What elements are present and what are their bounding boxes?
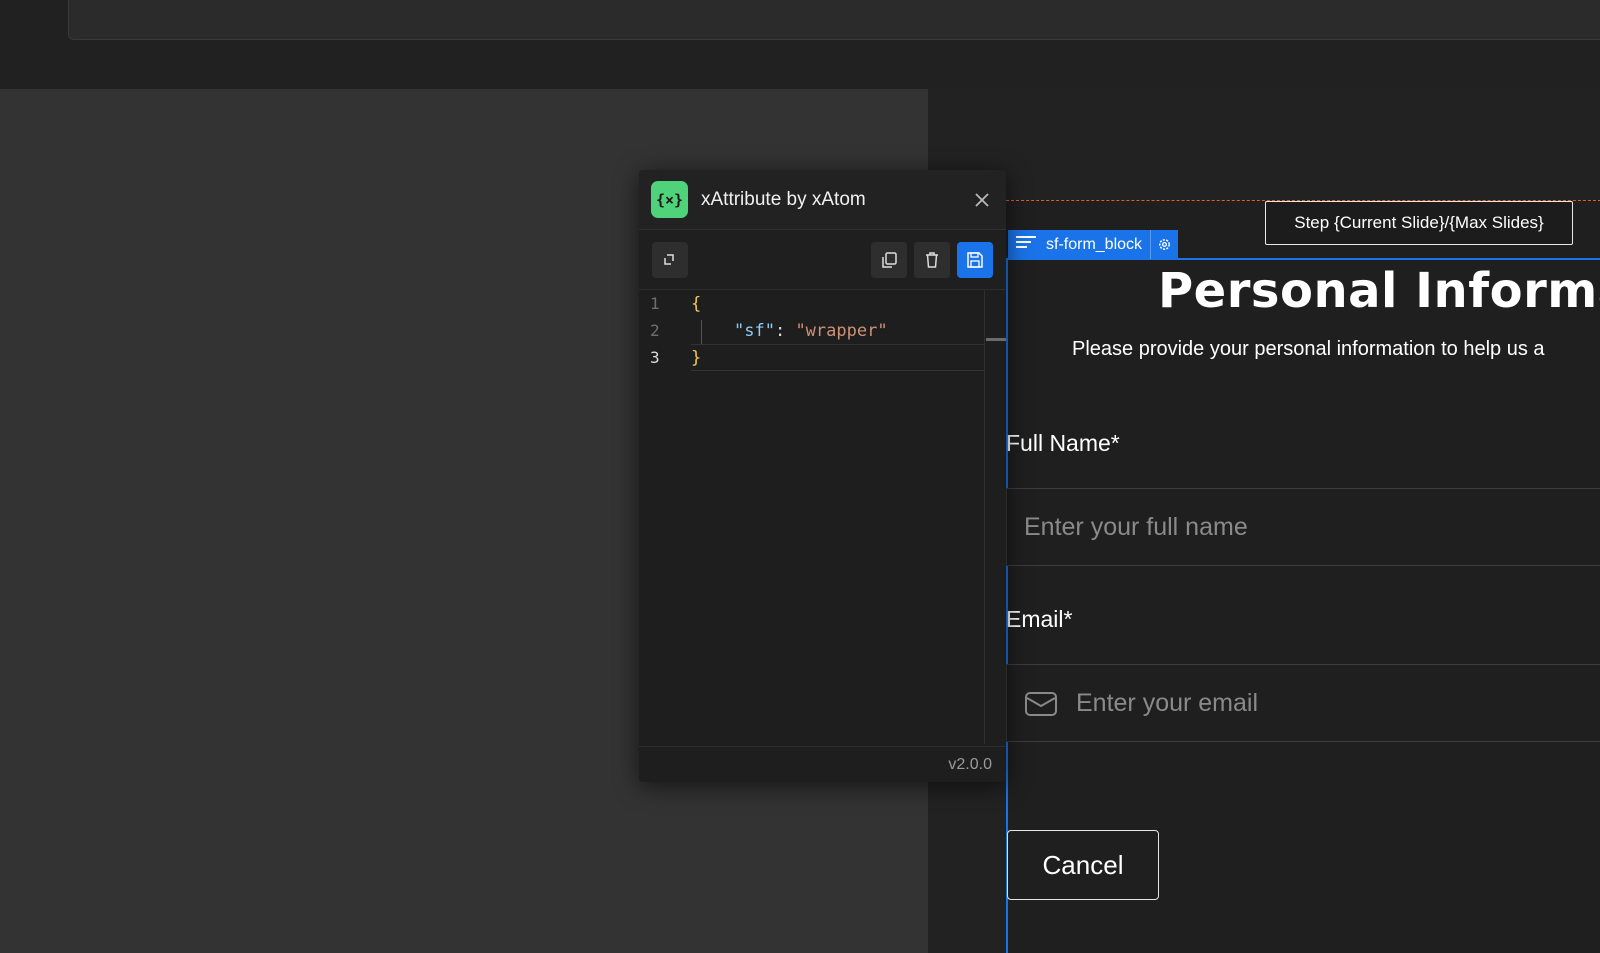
close-brace: } (691, 347, 702, 368)
version-label: v2.0.0 (948, 755, 992, 773)
trash-icon[interactable] (914, 241, 950, 278)
code-line-3: 3 } (639, 344, 984, 371)
step-indicator[interactable]: Step {Current Slide}/{Max Slides} (1265, 201, 1573, 245)
scrollbar-marker (986, 338, 1006, 341)
full-name-label: Full Name* (1006, 430, 1120, 456)
expand-icon[interactable] (652, 241, 688, 278)
gear-icon[interactable] (1150, 230, 1178, 259)
block-tag-label: sf-form_block (1046, 235, 1143, 253)
json-colon: : (774, 320, 796, 341)
cancel-button[interactable]: Cancel (1007, 830, 1159, 900)
block-tag-label-wrap[interactable]: sf-form_block (1008, 230, 1150, 259)
mail-icon (1024, 688, 1058, 718)
panel-footer: v2.0.0 (639, 746, 1006, 782)
open-brace: { (691, 293, 702, 314)
xattribute-panel: {×} xAttribute by xAtom 1 { 2 "sf": "wra… (639, 170, 1006, 782)
json-value: "wrapper" (795, 320, 888, 341)
email-label: Email* (1006, 606, 1073, 632)
panel-header: {×} xAttribute by xAtom (639, 170, 1006, 230)
selected-block-tag[interactable]: sf-form_block (1008, 230, 1179, 259)
save-icon[interactable] (957, 241, 993, 278)
line-number: 1 (650, 294, 660, 313)
email-placeholder: Enter your email (1076, 688, 1259, 717)
menu-lines-icon (1016, 234, 1036, 255)
json-code-editor[interactable]: 1 { 2 "sf": "wrapper" 3 } (639, 290, 1006, 744)
email-input[interactable]: Enter your email (1006, 664, 1600, 742)
editor-scrollbar[interactable] (984, 290, 985, 744)
top-bar (68, 0, 1600, 40)
xattribute-logo-icon: {×} (651, 181, 688, 218)
panel-title: xAttribute by xAtom (701, 188, 866, 210)
close-icon[interactable] (970, 188, 994, 212)
full-name-placeholder: Enter your full name (1024, 512, 1248, 541)
form-subtitle: Please provide your personal information… (1072, 338, 1545, 360)
line-number: 2 (650, 321, 660, 340)
form-title: Personal Informat (1158, 263, 1600, 319)
panel-toolbar (639, 230, 1006, 290)
code-content: "sf": "wrapper" (691, 321, 888, 341)
copy-icon[interactable] (871, 241, 907, 278)
full-name-input[interactable]: Enter your full name (1006, 488, 1600, 566)
code-line-1: 1 { (639, 290, 984, 317)
line-number: 3 (650, 348, 660, 367)
json-key: "sf" (734, 320, 775, 341)
code-line-2: 2 "sf": "wrapper" (639, 317, 984, 344)
